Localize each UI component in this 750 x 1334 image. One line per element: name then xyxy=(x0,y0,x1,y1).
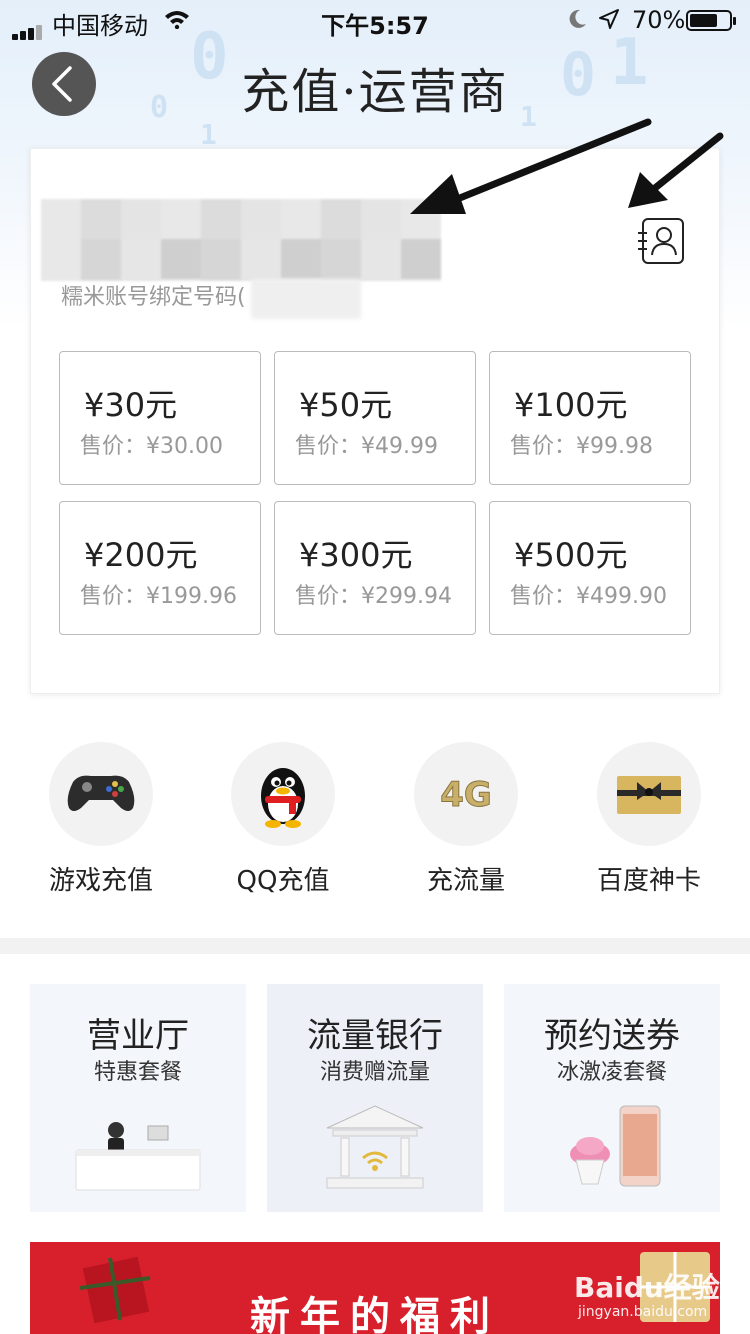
status-bar: 中国移动 下午5:57 70% xyxy=(0,0,750,40)
price-sale-value: 售价：¥199.96 xyxy=(80,584,237,609)
service-desk-image xyxy=(75,1122,201,1191)
price-face-value: ¥30元 xyxy=(84,386,178,424)
price-face-value: ¥500元 xyxy=(514,536,628,574)
service-game-recharge[interactable]: 游戏充值 xyxy=(16,742,186,897)
service-qq-recharge[interactable]: QQ充值 xyxy=(198,742,368,897)
battery-fill xyxy=(690,14,717,27)
promo-data-bank[interactable]: 流量银行 消费赠流量 xyxy=(267,984,483,1212)
promo-subtitle: 特惠套餐 xyxy=(93,1060,182,1085)
promo-title: 营业厅 xyxy=(87,1016,189,1056)
promo-title: 预约送券 xyxy=(544,1016,680,1056)
battery-icon xyxy=(686,10,736,31)
price-sale-value: 售价：¥99.98 xyxy=(510,434,653,459)
section-divider xyxy=(0,938,750,954)
service-baidu-card[interactable]: 百度神卡 xyxy=(564,742,734,897)
price-face-value: ¥200元 xyxy=(84,536,198,574)
service-icon-circle: 4G xyxy=(414,742,518,846)
4g-icon: 4G xyxy=(440,775,493,816)
price-option[interactable]: ¥300元 售价：¥299.94 xyxy=(274,501,476,635)
price-face-value: ¥100元 xyxy=(514,386,628,424)
watermark-url: jingyan.baidu.com xyxy=(578,1304,708,1320)
price-option[interactable]: ¥200元 售价：¥199.96 xyxy=(59,501,261,635)
gift-card-icon xyxy=(617,776,681,814)
price-face-value: ¥300元 xyxy=(299,536,413,574)
contacts-book-icon[interactable] xyxy=(635,215,687,267)
service-label: QQ充值 xyxy=(236,866,330,896)
service-label: 充流量 xyxy=(426,866,505,896)
page-title: 充值·运营商 xyxy=(241,64,509,120)
promo-business-hall[interactable]: 营业厅 特惠套餐 xyxy=(30,984,246,1212)
price-option[interactable]: ¥500元 售价：¥499.90 xyxy=(489,501,691,635)
promo-subtitle: 消费赠流量 xyxy=(319,1060,430,1085)
price-sale-value: 售价：¥49.99 xyxy=(295,434,438,459)
gamepad-icon xyxy=(67,775,135,811)
bind-hint-text: 糯米账号绑定号码( xyxy=(61,285,246,310)
service-icon-circle xyxy=(597,742,701,846)
bank-building-image xyxy=(326,1105,424,1189)
phone-icecream-image xyxy=(570,1105,661,1187)
qq-penguin-icon xyxy=(261,768,305,828)
battery-percent: 70% xyxy=(632,6,686,34)
price-option[interactable]: ¥50元 售价：¥49.99 xyxy=(274,351,476,485)
watermark-logo: Baidu经验 xyxy=(574,1271,720,1304)
price-sale-value: 售价：¥30.00 xyxy=(80,434,223,459)
service-data-recharge[interactable]: 4G 充流量 xyxy=(381,742,551,897)
service-label: 游戏充值 xyxy=(48,866,153,896)
decorative-digit: 1 xyxy=(200,118,217,151)
service-label: 百度神卡 xyxy=(596,866,701,896)
price-option[interactable]: ¥30元 售价：¥30.00 xyxy=(59,351,261,485)
phone-number-input[interactable] xyxy=(41,199,441,281)
promo-subtitle: 冰激凌套餐 xyxy=(556,1060,667,1085)
service-icon-circle xyxy=(49,742,153,846)
price-sale-value: 售价：¥499.90 xyxy=(510,584,667,609)
blurred-text xyxy=(251,279,361,319)
price-sale-value: 售价：¥299.94 xyxy=(295,584,452,609)
moon-icon xyxy=(569,9,586,28)
price-face-value: ¥50元 xyxy=(299,386,393,424)
service-icon-circle xyxy=(231,742,335,846)
recharge-card: 糯米账号绑定号码( ¥30元 售价：¥30.00 ¥50元 售价：¥49.99 … xyxy=(30,148,720,694)
promo-reserve-coupon[interactable]: 预约送券 冰激凌套餐 xyxy=(504,984,720,1212)
promo-title: 流量银行 xyxy=(307,1016,443,1056)
location-arrow-icon xyxy=(599,9,619,29)
price-option[interactable]: ¥100元 售价：¥99.98 xyxy=(489,351,691,485)
svg-text:4G: 4G xyxy=(440,775,492,815)
